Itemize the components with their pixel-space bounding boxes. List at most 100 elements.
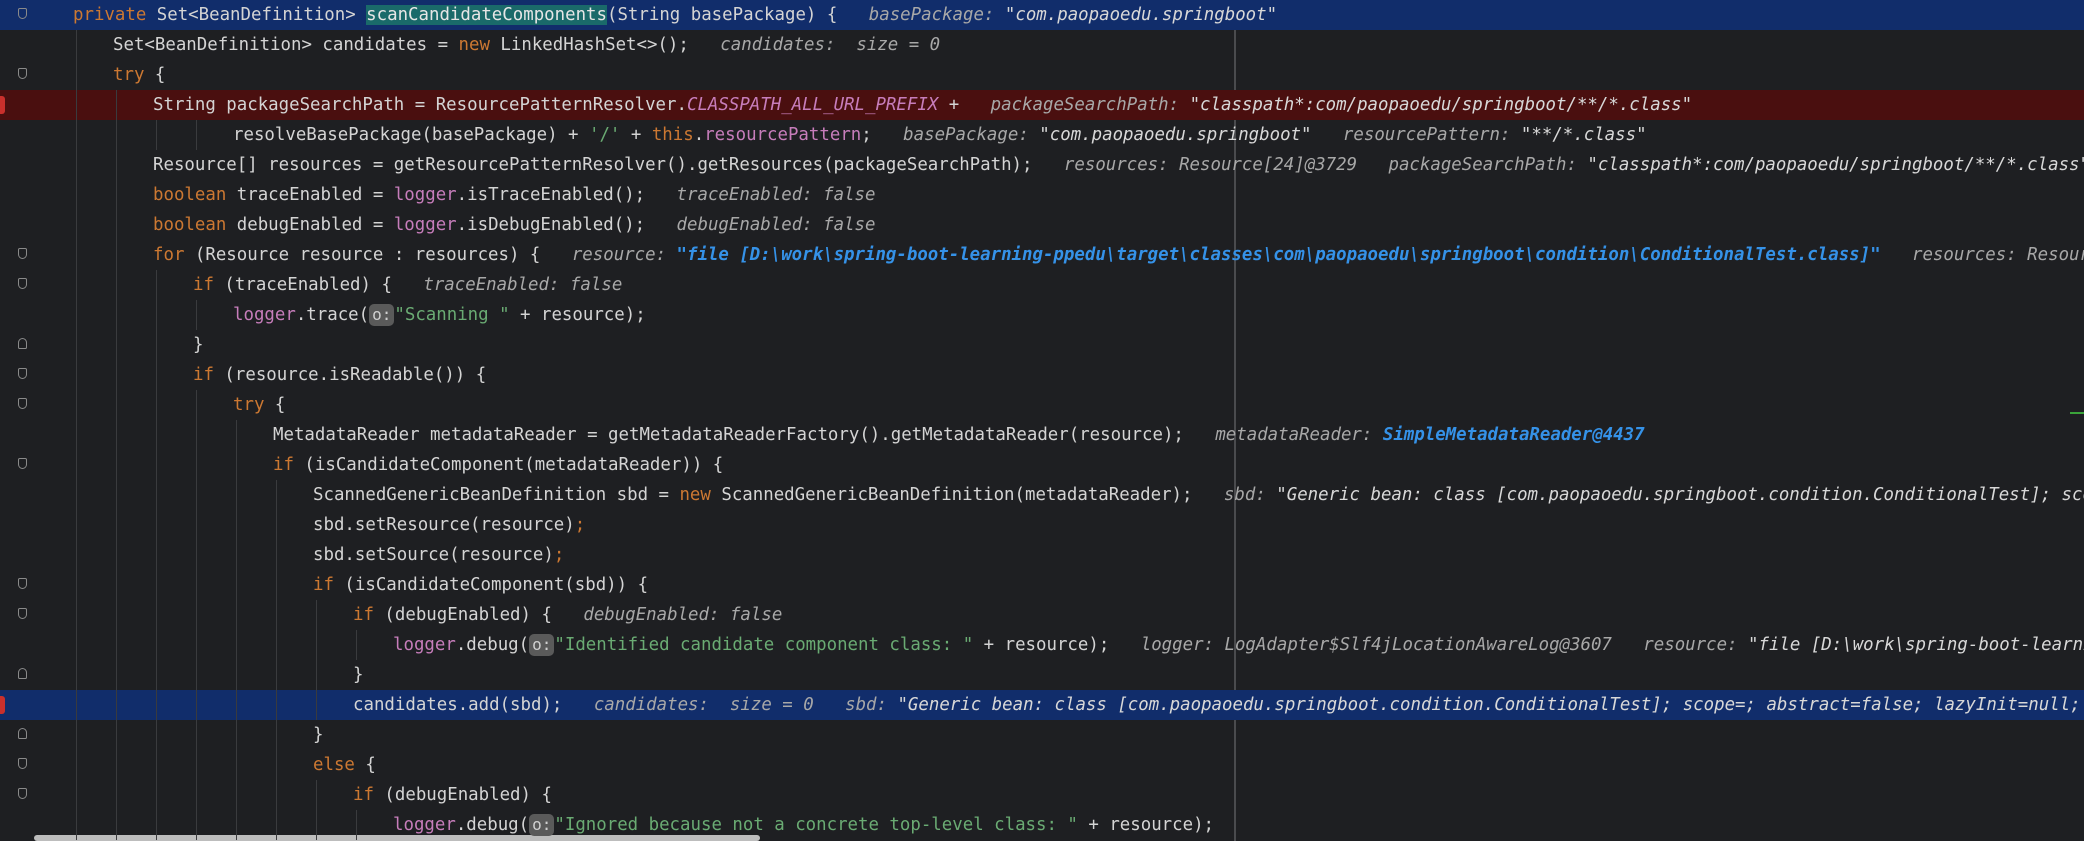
indent-guide [156,450,157,480]
inline-debug-value: basePackage: [903,125,1040,145]
code-text[interactable]: else { [313,750,376,780]
code-text[interactable]: if (isCandidateComponent(sbd)) { [313,570,648,600]
code-text[interactable]: boolean debugEnabled = logger.isDebugEna… [153,210,875,240]
fold-start-icon[interactable] [18,608,27,619]
indent-guide [76,330,77,360]
code-text[interactable]: try { [233,390,285,420]
code-line[interactable]: if (isCandidateComponent(sbd)) { [0,570,2084,600]
code-line[interactable]: if (debugEnabled) { [0,780,2084,810]
indent-guide [196,300,197,330]
code-text[interactable]: } [353,660,363,690]
code-token: '/' [588,125,621,145]
indent-guide [76,720,77,750]
code-line[interactable]: Resource[] resources = getResourcePatter… [0,150,2084,180]
code-line[interactable]: MetadataReader metadataReader = getMetad… [0,420,2084,450]
code-text[interactable]: boolean traceEnabled = logger.isTraceEna… [153,180,875,210]
inline-debug-value[interactable]: SimpleMetadataReader@4437 [1383,425,1645,445]
code-line[interactable]: boolean debugEnabled = logger.isDebugEna… [0,210,2084,240]
code-line[interactable]: } [0,720,2084,750]
indent-guide [76,60,77,90]
code-line[interactable]: try { [0,390,2084,420]
breakpoint-icon[interactable] [0,696,5,714]
code-text[interactable]: if (isCandidateComponent(metadataReader)… [273,450,723,480]
fold-start-icon[interactable] [18,248,27,259]
fold-start-icon[interactable] [18,458,27,469]
code-line[interactable]: logger.trace(o: "Scanning " + resource); [0,300,2084,330]
parameter-hint: o: [369,304,395,326]
indent-guide [196,630,197,660]
code-text[interactable]: } [193,330,203,360]
inline-debug-value: "com.paopaoedu.springboot" [1004,5,1278,25]
code-line[interactable]: Set<BeanDefinition> candidates = new Lin… [0,30,2084,60]
code-line[interactable]: boolean traceEnabled = logger.isTraceEna… [0,180,2084,210]
fold-start-icon[interactable] [18,8,27,19]
code-line[interactable]: if (traceEnabled) { traceEnabled: false [0,270,2084,300]
code-text[interactable]: } [313,720,323,750]
code-line[interactable]: else { [0,750,2084,780]
code-line[interactable]: if (resource.isReadable()) { [0,360,2084,390]
code-line[interactable]: candidates.add(sbd); candidates: size = … [0,690,2084,720]
code-text[interactable]: logger.debug(o: "Identified candidate com… [393,630,2084,660]
indent-guide [76,630,77,660]
code-line[interactable]: if (debugEnabled) { debugEnabled: false [0,600,2084,630]
inline-debug-value[interactable]: "file [D:\work\spring-boot-learning-pped… [677,245,1881,265]
code-line[interactable]: sbd.setResource(resource); [0,510,2084,540]
indent-guide [156,120,157,150]
code-line[interactable]: } [0,660,2084,690]
code-text[interactable]: Resource[] resources = getResourcePatter… [153,150,2084,180]
code-token: (isCandidateComponent(sbd)) { [344,575,649,595]
code-text[interactable]: String packageSearchPath = ResourcePatte… [153,90,1692,120]
code-line[interactable]: } [0,330,2084,360]
breakpoint-icon[interactable] [0,96,5,114]
code-text[interactable]: resolveBasePackage(basePackage) + '/' + … [233,120,1647,150]
code-line[interactable]: logger.debug(o: "Ignored because not a co… [0,810,2084,840]
code-text[interactable]: candidates.add(sbd); candidates: size = … [353,690,2084,720]
code-line[interactable]: private Set<BeanDefinition> scanCandidat… [0,0,2084,30]
indent-guide [236,780,237,810]
code-editor[interactable]: private Set<BeanDefinition> scanCandidat… [0,0,2084,841]
indent-guide [156,810,157,840]
code-token: "Identified candidate component class: " [554,635,974,655]
code-token: logger [393,815,456,835]
code-text[interactable]: logger.trace(o: "Scanning " + resource); [233,300,646,330]
code-line[interactable]: ScannedGenericBeanDefinition sbd = new S… [0,480,2084,510]
code-line[interactable]: String packageSearchPath = ResourcePatte… [0,90,2084,120]
code-text[interactable]: if (traceEnabled) { traceEnabled: false [193,270,622,300]
code-text[interactable]: if (debugEnabled) { debugEnabled: false [353,600,782,630]
code-text[interactable]: try { [113,60,165,90]
code-line[interactable]: try { [0,60,2084,90]
fold-start-icon[interactable] [18,758,27,769]
code-text[interactable]: MetadataReader metadataReader = getMetad… [273,420,1645,450]
indent-guide [156,750,157,780]
fold-start-icon[interactable] [18,68,27,79]
indent-guide [316,780,317,810]
code-text[interactable]: Set<BeanDefinition> candidates = new Lin… [113,30,940,60]
indent-guide [116,240,117,270]
code-text[interactable]: ScannedGenericBeanDefinition sbd = new S… [313,480,2084,510]
code-line[interactable]: if (isCandidateComponent(metadataReader)… [0,450,2084,480]
code-token: (debugEnabled) { [384,785,552,805]
code-text[interactable]: sbd.setResource(resource); [313,510,585,540]
fold-end-icon[interactable] [18,728,27,739]
code-text[interactable]: if (debugEnabled) { [353,780,552,810]
code-text[interactable]: for (Resource resource : resources) { re… [153,240,2084,270]
code-line[interactable]: resolveBasePackage(basePackage) + '/' + … [0,120,2084,150]
code-text[interactable]: logger.debug(o: "Ignored because not a co… [393,810,1214,840]
indent-guide [116,570,117,600]
fold-start-icon[interactable] [18,578,27,589]
fold-start-icon[interactable] [18,788,27,799]
code-line[interactable]: logger.debug(o: "Identified candidate com… [0,630,2084,660]
fold-end-icon[interactable] [18,338,27,349]
code-text[interactable]: if (resource.isReadable()) { [193,360,486,390]
indent-guide [76,690,77,720]
fold-end-icon[interactable] [18,668,27,679]
indent-guide [276,540,277,570]
fold-start-icon[interactable] [18,278,27,289]
code-text[interactable]: private Set<BeanDefinition> scanCandidat… [73,0,1277,30]
code-text[interactable]: sbd.setSource(resource); [313,540,564,570]
code-line[interactable]: for (Resource resource : resources) { re… [0,240,2084,270]
fold-start-icon[interactable] [18,398,27,409]
fold-start-icon[interactable] [18,368,27,379]
code-line[interactable]: sbd.setSource(resource); [0,540,2084,570]
indent-guide [116,90,117,120]
